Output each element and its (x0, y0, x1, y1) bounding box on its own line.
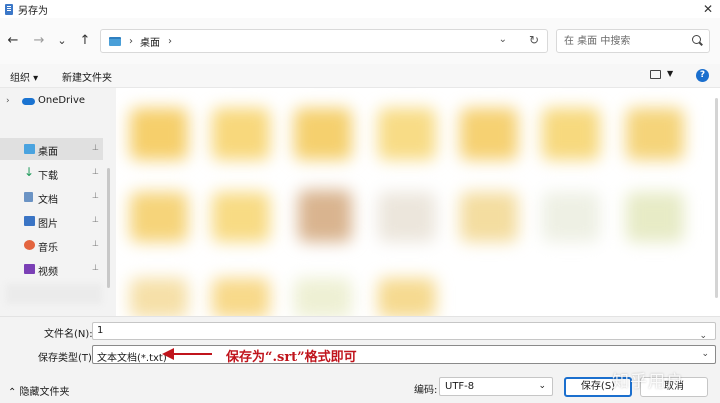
hide-folders-toggle[interactable]: ⌃ 隐藏文件夹 (8, 383, 70, 398)
title-bar: 另存为 ✕ (0, 0, 720, 18)
annotation-arrow-line (174, 353, 212, 355)
pin-icon: ⊥ (92, 263, 99, 272)
cloud-icon (22, 98, 35, 105)
file-thumbnail[interactable] (298, 190, 352, 242)
music-icon (24, 240, 35, 250)
file-thumbnail[interactable] (626, 108, 684, 160)
annotation-arrow-head (162, 348, 174, 360)
breadcrumb-separator[interactable]: › (129, 36, 133, 47)
file-thumbnail[interactable] (378, 278, 436, 316)
desktop-icon (24, 144, 35, 154)
up-arrow-icon[interactable]: ↑ (76, 32, 94, 50)
filename-input[interactable]: 1 ⌄ (92, 322, 716, 341)
download-icon: ↓ (24, 165, 35, 179)
pin-icon: ⊥ (92, 167, 99, 176)
video-icon (24, 264, 35, 274)
folder-icon (109, 36, 121, 46)
encoding-label: 编码: (414, 385, 438, 396)
window-title: 另存为 (18, 5, 48, 17)
file-thumbnail[interactable] (212, 192, 270, 242)
filename-label: 文件名(N): (44, 329, 93, 340)
sidebar-item-label: 音乐 (38, 243, 58, 254)
pin-icon: ⊥ (92, 143, 99, 152)
sidebar-item-videos[interactable]: 视频 ⊥ (0, 258, 103, 280)
sidebar-item-label: 视频 (38, 267, 58, 278)
breadcrumb-separator[interactable]: › (168, 36, 172, 47)
address-bar[interactable]: › 桌面 › ⌄ ↻ (100, 29, 548, 53)
save-options-panel: 文件名(N): 1 ⌄ 保存类型(T): 文本文档(*.txt) ⌄ 保存为“.… (0, 316, 720, 403)
close-icon[interactable]: ✕ (700, 0, 716, 18)
pin-icon: ⊥ (92, 239, 99, 248)
back-arrow-icon[interactable]: ← (4, 32, 22, 50)
search-input[interactable] (564, 30, 684, 52)
file-thumbnail[interactable] (130, 278, 188, 316)
picture-icon (24, 216, 35, 226)
sidebar-item-label: 桌面 (38, 147, 58, 158)
navigation-pane: › OneDrive 桌面 ⊥ ↓ 下载 ⊥ 文档 ⊥ 图片 ⊥ 音乐 ⊥ 视频… (0, 88, 116, 316)
file-thumbnail[interactable] (378, 192, 436, 242)
chevron-down-icon[interactable]: ⌄ (701, 349, 709, 359)
navigation-bar: ← → ⌄ ↑ › 桌面 › ⌄ ↻ (0, 18, 720, 64)
content-scrollbar[interactable] (715, 98, 718, 298)
sidebar-item-desktop[interactable]: 桌面 ⊥ (0, 138, 103, 160)
annotation-text: 保存为“.srt”格式即可 (226, 350, 357, 365)
recent-locations-icon[interactable]: ⌄ (53, 32, 71, 50)
encoding-select[interactable]: UTF-8 ⌄ (439, 377, 553, 396)
file-thumbnail[interactable] (130, 192, 188, 242)
file-thumbnail[interactable] (460, 192, 518, 242)
sidebar-item-label: 图片 (38, 219, 58, 230)
file-thumbnail[interactable] (378, 108, 436, 160)
file-thumbnail[interactable] (212, 278, 270, 316)
sidebar-item-label: 下载 (38, 171, 58, 182)
filetype-value: 文本文档(*.txt) (97, 353, 167, 364)
watermark-text: 知乎用户 (612, 372, 684, 392)
refresh-icon[interactable]: ↻ (529, 33, 539, 47)
file-thumbnail[interactable] (294, 108, 352, 160)
chevron-down-icon[interactable]: ▼ (667, 69, 673, 78)
help-icon[interactable]: ? (696, 69, 709, 82)
encoding-value: UTF-8 (445, 381, 475, 392)
file-thumbnail[interactable] (460, 108, 518, 160)
sidebar-item-label: OneDrive (38, 95, 86, 106)
sidebar-item-downloads[interactable]: ↓ 下载 ⊥ (0, 162, 103, 184)
search-icon[interactable] (692, 35, 701, 44)
pin-icon: ⊥ (92, 215, 99, 224)
sidebar-scrollbar[interactable] (107, 168, 110, 288)
search-box[interactable] (556, 29, 710, 53)
file-thumbnail[interactable] (542, 192, 600, 242)
view-options-icon[interactable] (650, 70, 661, 79)
file-list (116, 88, 720, 316)
pin-icon: ⊥ (92, 191, 99, 200)
file-thumbnail[interactable] (294, 278, 352, 316)
file-thumbnail[interactable] (212, 108, 270, 160)
filetype-label: 保存类型(T): (38, 353, 96, 364)
new-folder-button[interactable]: 新建文件夹 (62, 69, 112, 84)
sidebar-item-onedrive[interactable]: › OneDrive (0, 90, 103, 112)
filename-value: 1 (97, 325, 104, 336)
file-thumbnail[interactable] (542, 108, 600, 160)
file-thumbnail[interactable] (626, 192, 684, 242)
file-thumbnail[interactable] (130, 108, 188, 160)
breadcrumb-desktop[interactable]: 桌面 (140, 34, 160, 49)
blurred-sidebar-item (6, 284, 102, 304)
sidebar-item-label: 文档 (38, 195, 58, 206)
notepad-icon (5, 3, 13, 15)
expand-chevron-icon[interactable]: › (6, 96, 10, 106)
chevron-down-icon[interactable]: ⌄ (538, 381, 546, 391)
sidebar-item-music[interactable]: 音乐 ⊥ (0, 234, 103, 256)
command-bar: 组织 ▾ 新建文件夹 ▼ ? (0, 64, 720, 88)
organize-button[interactable]: 组织 ▾ (10, 69, 38, 84)
sidebar-item-pictures[interactable]: 图片 ⊥ (0, 210, 103, 232)
chevron-down-icon[interactable]: ⌄ (699, 331, 707, 341)
chevron-down-icon[interactable]: ⌄ (499, 34, 507, 45)
forward-arrow-icon[interactable]: → (30, 32, 48, 50)
sidebar-item-documents[interactable]: 文档 ⊥ (0, 186, 103, 208)
document-icon (24, 192, 33, 202)
